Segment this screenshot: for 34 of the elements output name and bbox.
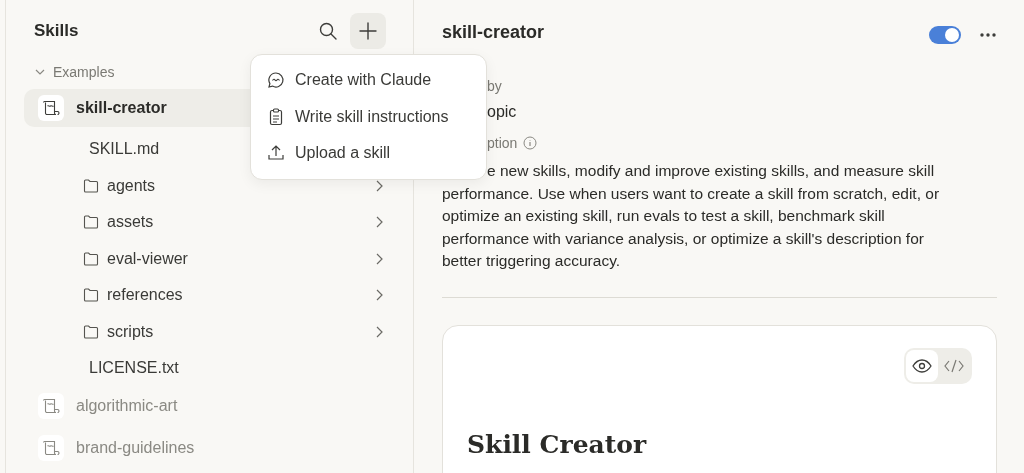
folder-item[interactable]: assets: [24, 204, 399, 241]
more-icon: [979, 32, 997, 38]
add-button[interactable]: [350, 13, 386, 49]
folder-item[interactable]: eval-viewer: [24, 240, 399, 277]
sidebar-title: Skills: [34, 21, 79, 41]
folder-item[interactable]: references: [24, 277, 399, 314]
scroll-icon: [38, 95, 64, 121]
chat-bubble-icon: [267, 71, 285, 90]
search-icon: [318, 21, 338, 41]
folder-icon: [83, 178, 99, 193]
folder-icon: [83, 251, 99, 266]
scroll-icon: [38, 434, 64, 461]
plus-icon: [359, 22, 377, 40]
description-label: ption: [487, 135, 518, 151]
code-icon: [944, 358, 964, 373]
file-item[interactable]: SKILL.md: [24, 131, 160, 168]
folder-icon: [83, 324, 99, 339]
folder-icon: [83, 215, 99, 230]
view-tab[interactable]: [906, 349, 938, 382]
preview-heading: Skill Creator: [467, 429, 647, 459]
file-item[interactable]: LICENSE.txt: [24, 350, 179, 387]
section-label: Examples: [53, 64, 115, 80]
upload-icon: [267, 144, 285, 163]
enable-toggle[interactable]: [929, 26, 961, 44]
added-by-label: by: [487, 78, 503, 94]
folder-icon: [83, 288, 99, 303]
folder-item[interactable]: scripts: [24, 313, 399, 350]
eye-icon: [912, 358, 932, 373]
author-name: opic: [487, 103, 517, 121]
clipboard-icon: [267, 107, 285, 126]
section-toggle[interactable]: Examples: [34, 59, 115, 85]
info-icon: [523, 136, 538, 150]
scroll-icon: [38, 392, 64, 419]
skill-title: skill-creator: [442, 21, 545, 43]
